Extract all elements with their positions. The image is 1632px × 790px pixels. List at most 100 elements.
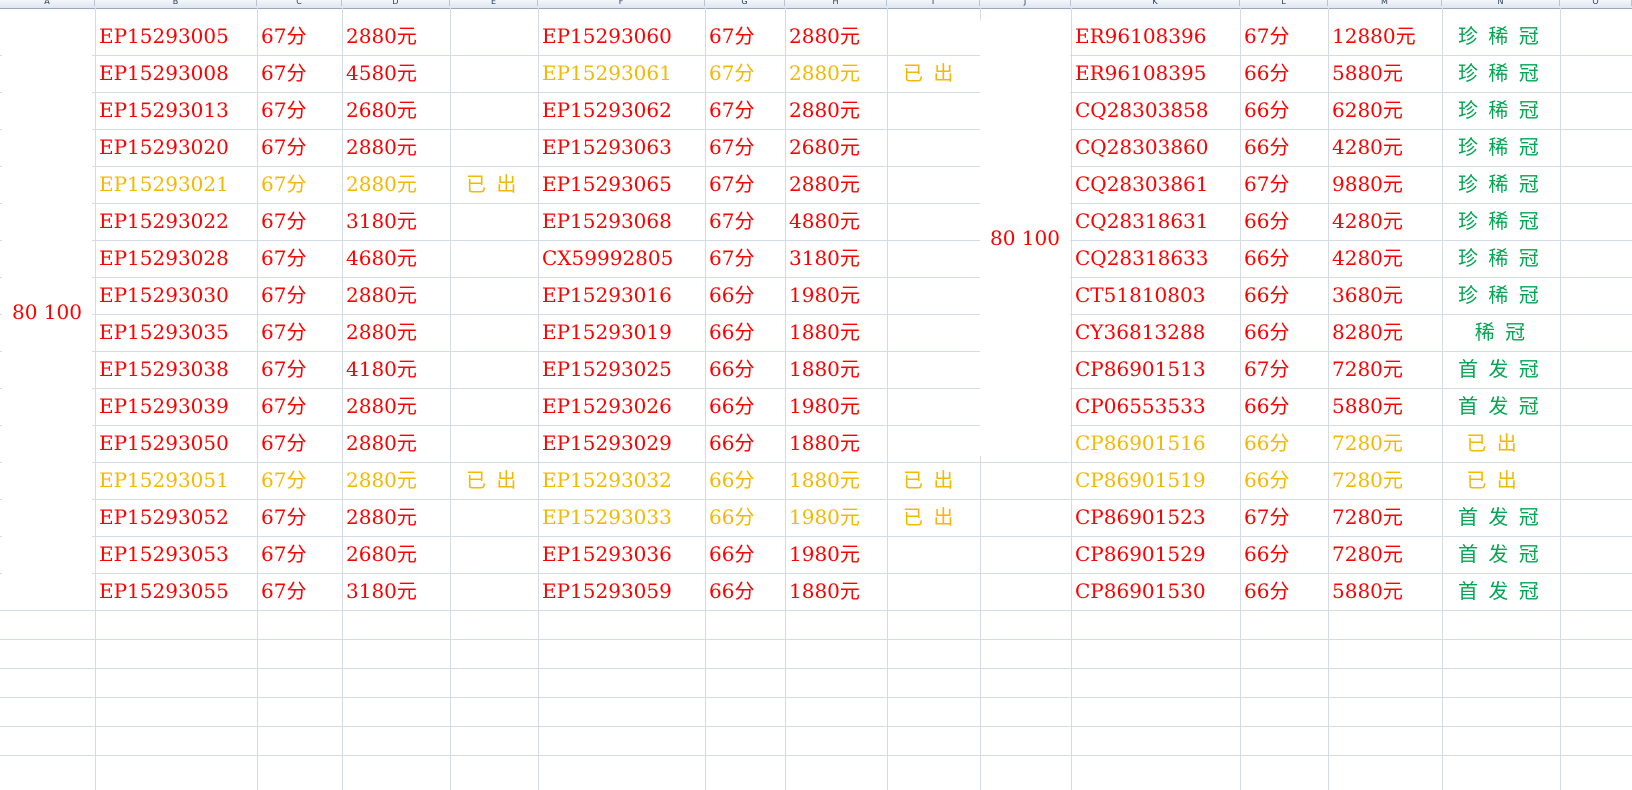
cell-price[interactable]: 12880元 [1328,18,1442,55]
cell-note[interactable]: 稀 冠 [1442,314,1560,351]
cell-note[interactable]: 已 出 [1442,425,1560,462]
cell-note[interactable] [450,92,538,129]
cell-score[interactable]: 67分 [257,203,342,240]
cell-note[interactable]: 已 出 [887,499,980,536]
cell-score[interactable]: 67分 [705,55,785,92]
cell-price[interactable]: 8280元 [1328,314,1442,351]
cell-code[interactable]: EP15293016 [538,277,705,314]
cell-note[interactable]: 已 出 [450,166,538,203]
cell-score[interactable]: 67分 [257,536,342,573]
cell-note[interactable] [450,277,538,314]
cell-code[interactable]: EP15293025 [538,351,705,388]
cell-score[interactable]: 67分 [257,388,342,425]
cell-score[interactable]: 67分 [705,129,785,166]
cell-score[interactable]: 66分 [705,499,785,536]
cell-price[interactable]: 9880元 [1328,166,1442,203]
cell-score[interactable]: 66分 [1240,462,1328,499]
cell-score[interactable]: 67分 [257,166,342,203]
cell-note[interactable]: 珍 稀 冠 [1442,277,1560,314]
cell-note[interactable]: 首 发 冠 [1442,351,1560,388]
cell-note[interactable]: 珍 稀 冠 [1442,55,1560,92]
cell-code[interactable]: EP15293059 [538,573,705,610]
cell-score[interactable]: 67分 [257,277,342,314]
cell-note[interactable] [887,240,980,277]
cell-price[interactable]: 5880元 [1328,55,1442,92]
cell-score[interactable]: 66分 [1240,573,1328,610]
cell-price[interactable]: 1980元 [785,499,887,536]
cell-note[interactable] [450,351,538,388]
cell-score[interactable]: 66分 [705,351,785,388]
cell-code[interactable]: ER96108396 [1071,18,1240,55]
cell-score[interactable]: 66分 [705,462,785,499]
cell-note[interactable] [887,277,980,314]
cell-code[interactable]: EP15293035 [95,314,257,351]
cell-note[interactable] [887,129,980,166]
cell-note[interactable]: 珍 稀 冠 [1442,240,1560,277]
cell-score[interactable]: 66分 [1240,55,1328,92]
cell-score[interactable]: 66分 [1240,129,1328,166]
cell-code[interactable]: EP15293038 [95,351,257,388]
cell-score[interactable]: 67分 [257,351,342,388]
cell-code[interactable]: EP15293051 [95,462,257,499]
cell-code[interactable]: CQ28318633 [1071,240,1240,277]
cell-score[interactable]: 67分 [1240,18,1328,55]
cell-note[interactable] [450,573,538,610]
column-header-m[interactable]: M [1328,0,1442,6]
cell-note[interactable] [450,55,538,92]
cell-score[interactable]: 66分 [1240,277,1328,314]
cell-score[interactable]: 66分 [1240,536,1328,573]
cell-code[interactable]: CQ28303860 [1071,129,1240,166]
cell-price[interactable]: 4280元 [1328,240,1442,277]
cell-code[interactable]: EP15293026 [538,388,705,425]
column-header-n[interactable]: N [1442,0,1560,6]
cell-price[interactable]: 2680元 [342,536,450,573]
cell-code[interactable]: EP15293039 [95,388,257,425]
cell-price[interactable]: 4180元 [342,351,450,388]
cell-note[interactable] [450,18,538,55]
cell-price[interactable]: 2880元 [342,277,450,314]
cell-code[interactable]: EP15293061 [538,55,705,92]
column-header-a[interactable]: A [0,0,95,6]
cell-note[interactable] [887,92,980,129]
cell-code[interactable]: EP15293055 [95,573,257,610]
cell-score[interactable]: 67分 [705,240,785,277]
cell-score[interactable]: 67分 [257,18,342,55]
cell-code[interactable]: EP15293013 [95,92,257,129]
cell-note[interactable]: 珍 稀 冠 [1442,203,1560,240]
cell-price[interactable]: 3680元 [1328,277,1442,314]
cell-code[interactable]: CY36813288 [1071,314,1240,351]
column-header-b[interactable]: B [95,0,257,6]
cell-note[interactable]: 已 出 [450,462,538,499]
cell-price[interactable]: 4280元 [1328,203,1442,240]
column-header-j[interactable]: J [980,0,1071,6]
column-header-l[interactable]: L [1240,0,1328,6]
cell-code[interactable]: EP15293062 [538,92,705,129]
cell-price[interactable]: 4280元 [1328,129,1442,166]
cell-code[interactable]: EP15293019 [538,314,705,351]
merged-cell-left[interactable]: 80 100 [2,20,92,604]
cell-score[interactable]: 67分 [257,573,342,610]
cell-code[interactable]: EP15293063 [538,129,705,166]
cell-price[interactable]: 5880元 [1328,388,1442,425]
cell-note[interactable]: 珍 稀 冠 [1442,129,1560,166]
cell-note[interactable] [887,166,980,203]
cell-price[interactable]: 7280元 [1328,351,1442,388]
cell-score[interactable]: 66分 [705,277,785,314]
cell-code[interactable]: EP15293005 [95,18,257,55]
cell-price[interactable]: 2880元 [342,166,450,203]
cell-price[interactable]: 7280元 [1328,499,1442,536]
cell-code[interactable]: EP15293065 [538,166,705,203]
cell-price[interactable]: 2880元 [342,129,450,166]
cell-price[interactable]: 7280元 [1328,425,1442,462]
cell-code[interactable]: EP15293021 [95,166,257,203]
cell-note[interactable]: 首 发 冠 [1442,573,1560,610]
cell-score[interactable]: 66分 [705,536,785,573]
cell-code[interactable]: EP15293020 [95,129,257,166]
cell-note[interactable] [887,203,980,240]
cell-code[interactable]: CP86901516 [1071,425,1240,462]
cell-code[interactable]: CP86901523 [1071,499,1240,536]
cell-score[interactable]: 67分 [257,92,342,129]
cell-note[interactable] [450,388,538,425]
cell-code[interactable]: CP06553533 [1071,388,1240,425]
cell-code[interactable]: EP15293052 [95,499,257,536]
